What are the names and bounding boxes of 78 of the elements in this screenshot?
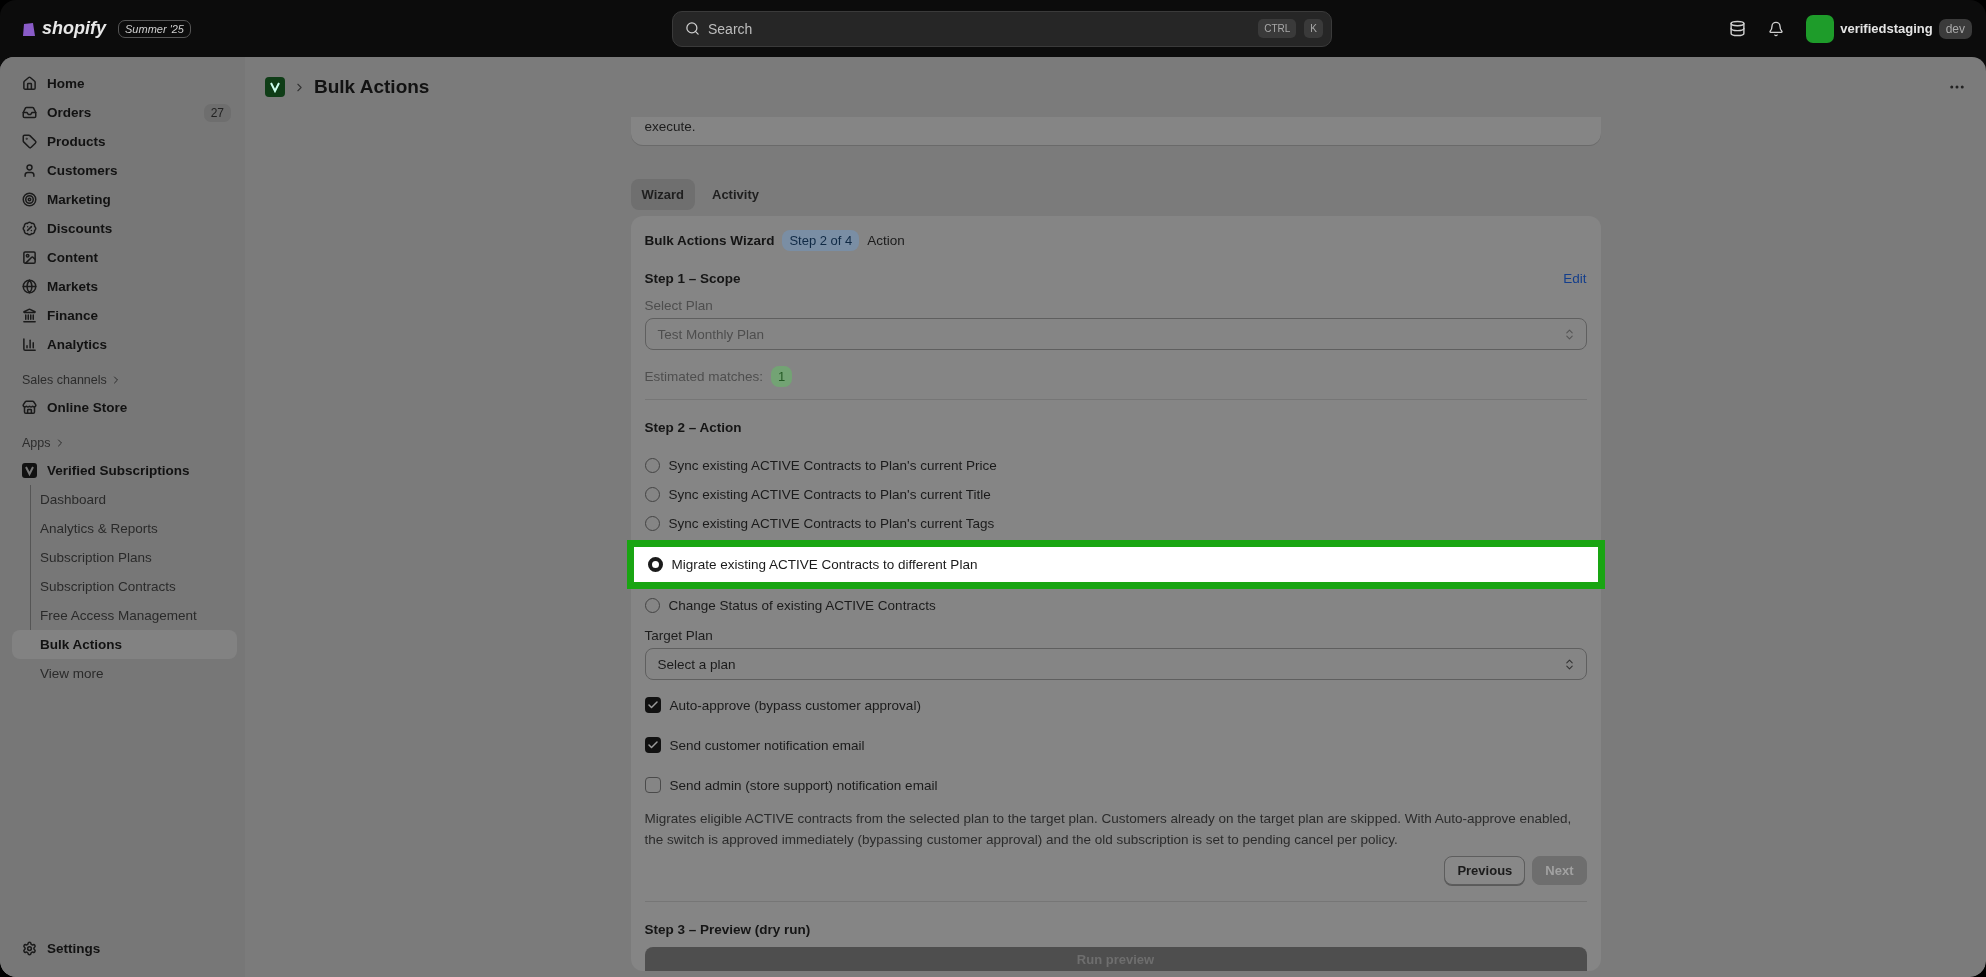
nav-item[interactable]: Marketing — [12, 185, 237, 214]
count-badge: 27 — [203, 103, 231, 122]
dev-badge: dev — [1938, 18, 1972, 39]
shortcut-key: K — [1304, 19, 1323, 38]
checkbox[interactable] — [644, 697, 661, 713]
radio-option[interactable]: Sync existing ACTIVE Contracts to Plan's current Title — [644, 480, 1587, 509]
view-more-link[interactable]: View more — [12, 659, 237, 688]
edition-badge: Summer '25 — [118, 19, 191, 38]
target-plan-select[interactable]: Select a plan — [644, 648, 1587, 680]
nav-item[interactable]: Settings — [12, 934, 237, 963]
nav-item[interactable]: Home — [12, 69, 237, 98]
nav-subitem[interactable]: Analytics & Reports — [12, 514, 237, 543]
person-icon — [22, 163, 37, 178]
bar-chart-icon — [22, 337, 37, 352]
store-icon — [22, 400, 37, 415]
nav-item[interactable]: Markets — [12, 272, 237, 301]
section-title[interactable]: Sales channels — [12, 373, 237, 387]
section-heading: Step 3 – Preview (dry run) — [644, 922, 812, 937]
section-heading: Step 2 – Action — [644, 420, 743, 435]
check-icon — [646, 739, 659, 751]
step-name: Action — [867, 233, 905, 248]
wizard-button[interactable]: Previous — [1444, 856, 1526, 885]
tab[interactable]: Activity — [701, 179, 770, 210]
nav-item[interactable]: Products — [12, 127, 237, 156]
radio-option[interactable]: Sync existing ACTIVE Contracts to Plan's current Tags — [644, 509, 1587, 538]
nav-subitem[interactable]: Dashboard — [12, 485, 237, 514]
nav-item[interactable]: Verified Subscriptions — [12, 456, 237, 485]
home-icon — [22, 76, 37, 91]
nav-item[interactable]: Online Store — [12, 393, 237, 422]
nav-item[interactable]: Content — [12, 243, 237, 272]
checkbox[interactable] — [644, 737, 661, 753]
inbox-icon — [22, 105, 37, 120]
shortcut-key: CTRL — [1258, 19, 1297, 38]
description-text: Migrates eligible ACTIVE contracts from the selected plan to the target plan. Customers already on the target plan are skipped. With Auto-approve enabled, the switch is approved immediately (bypassing customer approval) and the old subscription is set to pending cancel per policy. — [644, 810, 1573, 849]
logo-icon — [22, 20, 36, 37]
logo[interactable]: shopify — [42, 18, 106, 39]
nav-subitem[interactable]: Bulk Actions — [12, 630, 237, 659]
checkbox-option[interactable]: Send customer notification email — [644, 728, 1587, 762]
nav-subitem[interactable]: Subscription Plans — [12, 543, 237, 572]
nav-item[interactable]: Discounts — [12, 214, 237, 243]
radio-option[interactable]: Change Status of existing ACTIVE Contracts — [644, 591, 1587, 620]
nav-subitem[interactable]: Free Access Management — [12, 601, 237, 630]
nav-item[interactable]: Customers — [12, 156, 237, 185]
bank-icon — [22, 308, 37, 323]
search-field[interactable]: Search CTRL K — [672, 10, 1332, 47]
nav-item[interactable]: Finance — [12, 301, 237, 330]
app-logo-icon — [22, 463, 37, 478]
nav-item[interactable]: Analytics — [12, 330, 237, 359]
avatar[interactable] — [1806, 14, 1835, 43]
search-icon — [685, 21, 700, 36]
nav-item[interactable]: Orders 27 — [12, 98, 237, 127]
check-icon — [646, 699, 659, 711]
checkbox-option[interactable]: Send admin (store support) notification email — [644, 768, 1587, 802]
image-icon — [22, 250, 37, 265]
step-badge: Step 2 of 4 — [782, 230, 860, 251]
wizard-title: Bulk Actions Wizard — [644, 233, 775, 248]
target-icon — [22, 192, 37, 207]
globe-icon — [22, 279, 37, 294]
app-logo-icon — [265, 77, 285, 97]
page-title: Bulk Actions — [314, 76, 431, 98]
section-heading: Step 1 – Scope — [644, 271, 741, 286]
radio-option[interactable]: Migrate existing ACTIVE Contracts to different Plan — [626, 540, 1605, 589]
checkbox[interactable] — [644, 777, 661, 793]
field-label: Target Plan — [644, 628, 714, 643]
settings-icon — [22, 941, 37, 956]
tab[interactable]: Wizard — [630, 179, 695, 210]
edit-link[interactable]: Edit — [1563, 271, 1587, 286]
database-icon[interactable] — [1729, 20, 1747, 37]
matches-badge: 1 — [771, 366, 793, 387]
bell-icon[interactable] — [1768, 20, 1785, 37]
section-title[interactable]: Apps — [12, 436, 237, 450]
percent-badge-icon — [22, 221, 37, 236]
account-name[interactable]: verifiedstaging — [1840, 21, 1933, 36]
checkbox-option[interactable]: Auto-approve (bypass customer approval) — [644, 688, 1587, 722]
nav-subitem[interactable]: Subscription Contracts — [12, 572, 237, 601]
radio-option[interactable]: Sync existing ACTIVE Contracts to Plan's current Price — [644, 451, 1587, 480]
tag-icon — [22, 134, 37, 149]
intro-text: execute. — [644, 119, 696, 134]
